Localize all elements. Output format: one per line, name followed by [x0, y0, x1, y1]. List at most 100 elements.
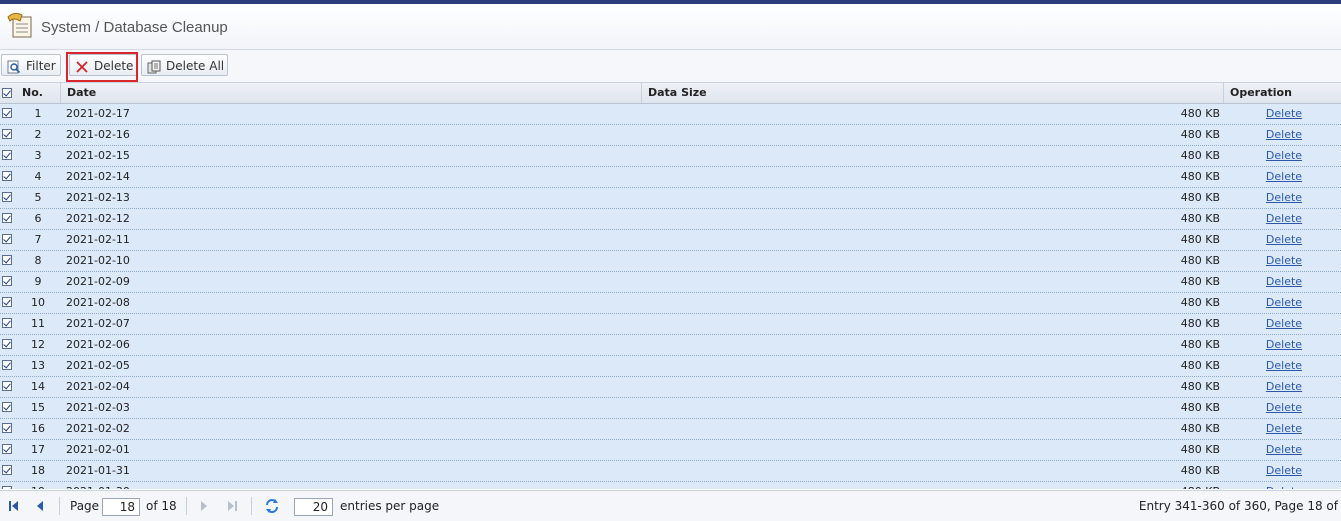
- row-delete-link[interactable]: Delete: [1266, 359, 1302, 372]
- table-row[interactable]: 15 2021-02-03 480 KB Delete: [0, 398, 1341, 419]
- row-checkbox[interactable]: [2, 465, 12, 475]
- row-data-size: 480 KB: [1180, 317, 1220, 330]
- row-data-size: 480 KB: [1180, 170, 1220, 183]
- row-date: 2021-02-13: [66, 191, 130, 204]
- row-delete-link[interactable]: Delete: [1266, 233, 1302, 246]
- table-row[interactable]: 18 2021-01-31 480 KB Delete: [0, 461, 1341, 482]
- row-checkbox[interactable]: [2, 339, 12, 349]
- row-data-size: 480 KB: [1180, 212, 1220, 225]
- row-date: 2021-02-08: [66, 296, 130, 309]
- row-delete-link[interactable]: Delete: [1266, 485, 1302, 489]
- row-number: 13: [31, 359, 45, 372]
- row-checkbox[interactable]: [2, 171, 12, 181]
- row-operation: Delete: [1228, 440, 1340, 460]
- row-checkbox[interactable]: [2, 381, 12, 391]
- table-row[interactable]: 13 2021-02-05 480 KB Delete: [0, 356, 1341, 377]
- trash-icon: [147, 59, 161, 74]
- refresh-icon[interactable]: [264, 498, 280, 514]
- row-operation: Delete: [1228, 461, 1340, 481]
- table-row[interactable]: 7 2021-02-11 480 KB Delete: [0, 230, 1341, 251]
- row-delete-link[interactable]: Delete: [1266, 296, 1302, 309]
- row-delete-link[interactable]: Delete: [1266, 464, 1302, 477]
- row-data-size: 480 KB: [1180, 338, 1220, 351]
- first-page-icon[interactable]: [8, 500, 20, 512]
- row-checkbox[interactable]: [2, 360, 12, 370]
- row-delete-link[interactable]: Delete: [1266, 422, 1302, 435]
- table-row[interactable]: 14 2021-02-04 480 KB Delete: [0, 377, 1341, 398]
- previous-page-icon[interactable]: [34, 500, 46, 512]
- row-checkbox[interactable]: [2, 129, 12, 139]
- row-delete-link[interactable]: Delete: [1266, 191, 1302, 204]
- row-checkbox[interactable]: [2, 255, 12, 265]
- row-operation: Delete: [1228, 104, 1340, 124]
- row-operation: Delete: [1228, 293, 1340, 313]
- filter-label: Filter: [26, 59, 56, 73]
- table-row[interactable]: 19 2021-01-30 480 KB Delete: [0, 482, 1341, 489]
- table-row[interactable]: 10 2021-02-08 480 KB Delete: [0, 293, 1341, 314]
- table-row[interactable]: 9 2021-02-09 480 KB Delete: [0, 272, 1341, 293]
- row-checkbox[interactable]: [2, 444, 12, 454]
- page-title: System / Database Cleanup: [41, 19, 228, 36]
- row-checkbox[interactable]: [2, 402, 12, 412]
- table-row[interactable]: 4 2021-02-14 480 KB Delete: [0, 167, 1341, 188]
- row-checkbox[interactable]: [2, 276, 12, 286]
- filter-button[interactable]: Filter: [1, 54, 61, 76]
- row-number: 2: [34, 128, 42, 141]
- table-row[interactable]: 6 2021-02-12 480 KB Delete: [0, 209, 1341, 230]
- row-delete-link[interactable]: Delete: [1266, 254, 1302, 267]
- row-delete-link[interactable]: Delete: [1266, 443, 1302, 456]
- row-operation: Delete: [1228, 167, 1340, 187]
- row-operation: Delete: [1228, 398, 1340, 418]
- pagination-bar: Page 18 of 18 20 entries per page Entry …: [0, 490, 1341, 521]
- row-checkbox[interactable]: [2, 150, 12, 160]
- row-delete-link[interactable]: Delete: [1266, 338, 1302, 351]
- page-number-input[interactable]: 18: [102, 498, 140, 516]
- row-date: 2021-01-31: [66, 464, 130, 477]
- column-header-date[interactable]: Date: [61, 83, 642, 103]
- row-delete-link[interactable]: Delete: [1266, 170, 1302, 183]
- row-checkbox[interactable]: [2, 234, 12, 244]
- row-delete-link[interactable]: Delete: [1266, 149, 1302, 162]
- table-row[interactable]: 3 2021-02-15 480 KB Delete: [0, 146, 1341, 167]
- row-checkbox[interactable]: [2, 108, 12, 118]
- row-delete-link[interactable]: Delete: [1266, 212, 1302, 225]
- row-delete-link[interactable]: Delete: [1266, 275, 1302, 288]
- row-delete-link[interactable]: Delete: [1266, 107, 1302, 120]
- row-delete-link[interactable]: Delete: [1266, 128, 1302, 141]
- column-header-data-size[interactable]: Data Size: [642, 83, 1224, 103]
- row-date: 2021-02-11: [66, 233, 130, 246]
- table-row[interactable]: 8 2021-02-10 480 KB Delete: [0, 251, 1341, 272]
- row-delete-link[interactable]: Delete: [1266, 380, 1302, 393]
- row-checkbox[interactable]: [2, 297, 12, 307]
- notepad-icon: [6, 11, 36, 39]
- row-data-size: 480 KB: [1180, 107, 1220, 120]
- last-page-icon[interactable]: [226, 500, 238, 512]
- row-number: 12: [31, 338, 45, 351]
- next-page-icon[interactable]: [198, 500, 210, 512]
- row-checkbox[interactable]: [2, 423, 12, 433]
- row-number: 9: [34, 275, 42, 288]
- table-row[interactable]: 1 2021-02-17 480 KB Delete: [0, 104, 1341, 125]
- column-header-no[interactable]: No.: [16, 83, 61, 103]
- page-label: Page: [70, 499, 100, 513]
- row-checkbox[interactable]: [2, 192, 12, 202]
- row-delete-link[interactable]: Delete: [1266, 317, 1302, 330]
- row-checkbox[interactable]: [2, 486, 12, 489]
- row-checkbox[interactable]: [2, 213, 12, 223]
- row-date: 2021-01-30: [66, 482, 130, 489]
- column-header-operation[interactable]: Operation: [1224, 83, 1341, 103]
- table-row[interactable]: 5 2021-02-13 480 KB Delete: [0, 188, 1341, 209]
- delete-all-button[interactable]: Delete All: [141, 54, 228, 76]
- row-delete-link[interactable]: Delete: [1266, 401, 1302, 414]
- row-checkbox[interactable]: [2, 318, 12, 328]
- entries-per-page-input[interactable]: 20: [294, 498, 333, 516]
- table-row[interactable]: 11 2021-02-07 480 KB Delete: [0, 314, 1341, 335]
- table-row[interactable]: 12 2021-02-06 480 KB Delete: [0, 335, 1341, 356]
- select-all-checkbox[interactable]: [2, 88, 12, 98]
- table-row[interactable]: 17 2021-02-01 480 KB Delete: [0, 440, 1341, 461]
- table-row[interactable]: 2 2021-02-16 480 KB Delete: [0, 125, 1341, 146]
- table-row[interactable]: 16 2021-02-02 480 KB Delete: [0, 419, 1341, 440]
- row-number: 18: [31, 464, 45, 477]
- row-operation: Delete: [1228, 251, 1340, 271]
- row-data-size: 480 KB: [1180, 464, 1220, 477]
